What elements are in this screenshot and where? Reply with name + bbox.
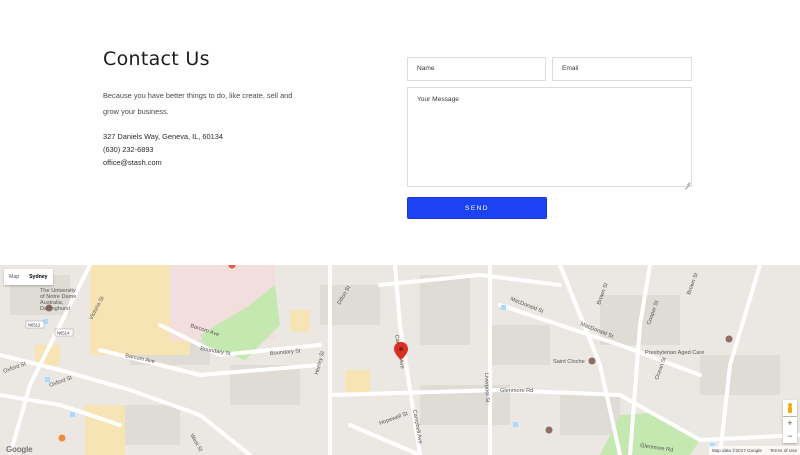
poi-icon[interactable] (545, 426, 553, 434)
map-type-control[interactable]: Map Sydney (4, 269, 53, 285)
zoom-control[interactable]: + − (783, 417, 797, 443)
name-field[interactable]: Name (407, 57, 546, 81)
map-type-sydney[interactable]: Sydney (24, 269, 52, 285)
restaurant-icon[interactable] (58, 434, 66, 442)
label-liverpool-st: Liverpool St (483, 373, 490, 403)
map-embed[interactable]: N6512 N6514 The University of Notre Dame… (0, 265, 800, 455)
email-placeholder: Email (562, 65, 579, 72)
map-canvas[interactable]: N6512 N6514 The University of Notre Dame… (0, 265, 800, 455)
page-title: Contact Us (103, 48, 210, 70)
label-presbyterian: Presbyterian Aged Care (645, 350, 704, 356)
cafe-icon[interactable] (588, 357, 596, 365)
map-attribution: Map data ©2017 Google Terms of Use (708, 446, 800, 455)
terms-link[interactable]: Terms of Use (770, 446, 797, 455)
map-type-map[interactable]: Map (4, 269, 24, 285)
label-saint-cloche: Saint Cloche (553, 359, 585, 365)
route-shield-n6514: N6514 (57, 331, 70, 336)
name-placeholder: Name (417, 65, 435, 72)
message-field[interactable]: Your Message (407, 87, 692, 187)
aged-care-icon[interactable] (725, 335, 733, 343)
google-logo: Google (6, 445, 33, 454)
contact-phone: (630) 232-6893 (103, 145, 154, 154)
email-field[interactable]: Email (552, 57, 692, 81)
label-glenmore-rd: Glenmore Rd (500, 388, 533, 394)
send-button[interactable]: SEND (407, 197, 547, 219)
zoom-in-button[interactable]: + (783, 417, 797, 430)
pegman-icon[interactable] (783, 400, 797, 416)
contact-address: 327 Daniels Way, Geneva, IL, 60134 (103, 132, 223, 141)
route-shield-n6512: N6512 (28, 323, 41, 328)
contact-description: Because you have better things to do, li… (103, 91, 293, 116)
map-data-credit: Map data ©2017 Google (711, 448, 762, 453)
contact-email: office@stash.com (103, 158, 162, 167)
message-placeholder: Your Message (417, 96, 459, 103)
zoom-out-button[interactable]: − (783, 430, 797, 443)
contact-section: Contact Us Because you have better thing… (0, 0, 800, 265)
contact-info: 327 Daniels Way, Geneva, IL, 60134 (630)… (103, 130, 223, 169)
resize-handle-icon[interactable] (684, 179, 690, 185)
